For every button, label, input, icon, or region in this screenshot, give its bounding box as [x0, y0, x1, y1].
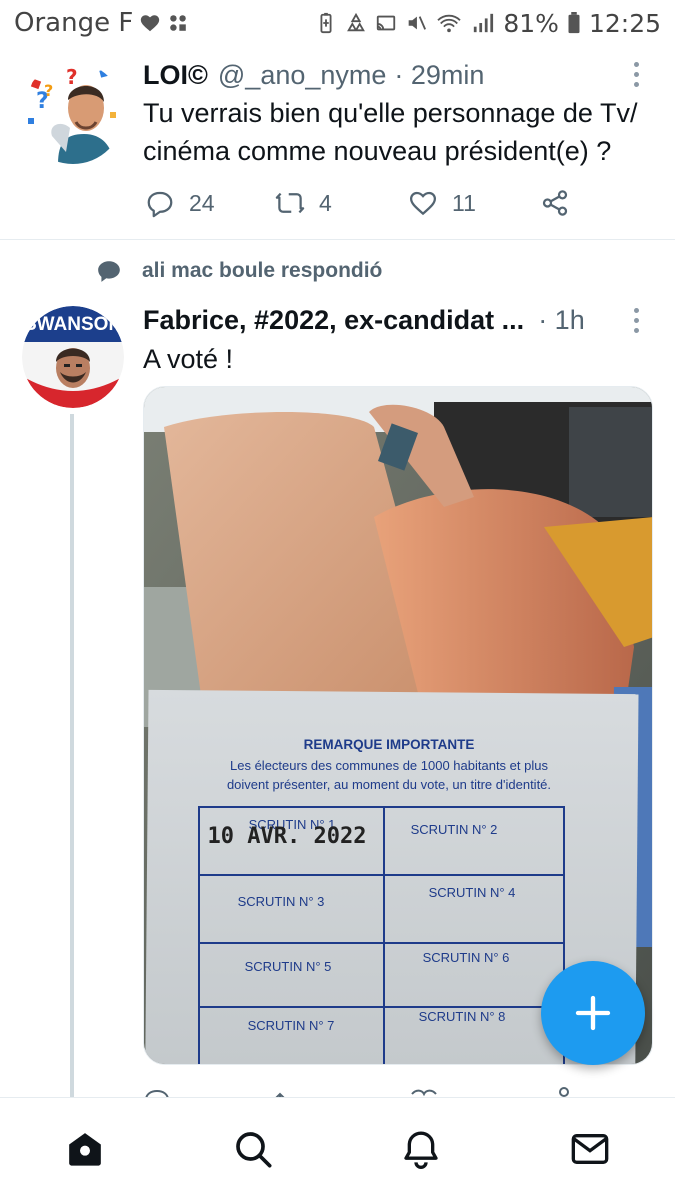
battery-saver-icon [320, 12, 332, 34]
wifi-icon [437, 14, 462, 33]
tweet-header: LOI© @_ano_nyme · 29min [143, 60, 484, 91]
svg-text:?: ? [44, 81, 53, 100]
tweet-text: A voté ! [143, 344, 234, 374]
more-options-icon[interactable] [634, 308, 642, 333]
compose-tweet-button[interactable] [541, 961, 645, 1065]
reply-icon [147, 191, 173, 218]
plus-icon [575, 995, 611, 1031]
status-bar: Orange F 81% 12:25 [0, 0, 675, 46]
like-button[interactable]: 11 [408, 188, 540, 218]
date-stamp: 10 AVR. 2022 [208, 824, 367, 849]
scrutin-cell-2: SCRUTIN N° 2 [411, 822, 498, 837]
card-title: REMARQUE IMPORTANTE [304, 737, 475, 752]
avatar-text: SWANSON [24, 314, 123, 335]
bottom-navigation [0, 1097, 675, 1200]
home-icon [69, 1133, 101, 1166]
search-icon [236, 1132, 272, 1168]
battery-icon [568, 12, 580, 34]
avatar[interactable]: ? ? ? [22, 62, 124, 164]
reply-context[interactable]: ali mac boule respondió [96, 258, 382, 284]
retweet-count: 4 [319, 189, 332, 216]
svg-text:?: ? [66, 65, 78, 89]
tweet-time: · 1h [538, 305, 585, 335]
signal-icon [474, 13, 494, 33]
bell-icon [404, 1131, 438, 1169]
battery-percent: 81% [503, 8, 559, 38]
retweet-icon [275, 192, 305, 214]
author-handle[interactable]: @_ano_nyme [218, 60, 387, 91]
nav-messages[interactable] [569, 1128, 611, 1170]
author-name[interactable]: LOI© [143, 60, 208, 91]
scrutin-cell-7: SCRUTIN N° 7 [248, 1018, 335, 1033]
scrutin-cell-4: SCRUTIN N° 4 [429, 885, 516, 900]
thread-line [70, 414, 74, 1098]
speech-bubble-icon [98, 261, 120, 282]
heart-icon [409, 191, 437, 216]
scrutin-cell-8: SCRUTIN N° 8 [419, 1009, 506, 1024]
retweet-button[interactable]: 4 [275, 188, 408, 218]
nav-home[interactable] [64, 1128, 106, 1170]
apps-status-icon [170, 15, 187, 31]
reply-context-text: ali mac boule respondió [142, 259, 383, 282]
clock: 12:25 [588, 8, 661, 38]
reply-button[interactable]: 24 [145, 188, 275, 218]
nav-search[interactable] [232, 1128, 274, 1170]
author-name[interactable]: Fabrice, #2022, ex-candidat ... [143, 305, 524, 336]
share-button[interactable] [540, 188, 570, 218]
tweet-header: Fabrice, #2022, ex-candidat ... · 1h [143, 305, 585, 336]
tweet-actions: 24 4 11 [145, 188, 570, 218]
tweet[interactable]: ? ? ? LOI© @_ano_nyme · 29min Tu verrais… [0, 50, 675, 240]
scrutin-cell-3: SCRUTIN N° 3 [238, 894, 325, 909]
recycle-icon [347, 12, 366, 32]
tweet-time: · 29min [394, 60, 485, 90]
mail-icon [571, 1134, 609, 1164]
card-line1: Les électeurs des communes de 1000 habit… [230, 758, 548, 773]
avatar[interactable]: SWANSON [22, 306, 124, 408]
tweet-actions-partial [140, 1084, 610, 1098]
mute-icon [409, 16, 427, 30]
tweet-text: Tu verrais bien qu'elle personnage de Tv… [143, 98, 638, 166]
card-line2: doivent présenter, au moment du vote, un… [227, 777, 551, 792]
scrutin-cell-6: SCRUTIN N° 6 [423, 950, 510, 965]
more-options-icon[interactable] [634, 62, 642, 87]
reply-count: 24 [189, 189, 215, 216]
nav-notifications[interactable] [400, 1128, 442, 1170]
carrier-name: Orange F [14, 8, 134, 38]
cast-icon [377, 15, 396, 31]
scrutin-cell-5: SCRUTIN N° 5 [245, 959, 332, 974]
share-icon [542, 190, 568, 216]
heart-status-icon [141, 15, 160, 32]
like-count: 11 [452, 189, 476, 216]
